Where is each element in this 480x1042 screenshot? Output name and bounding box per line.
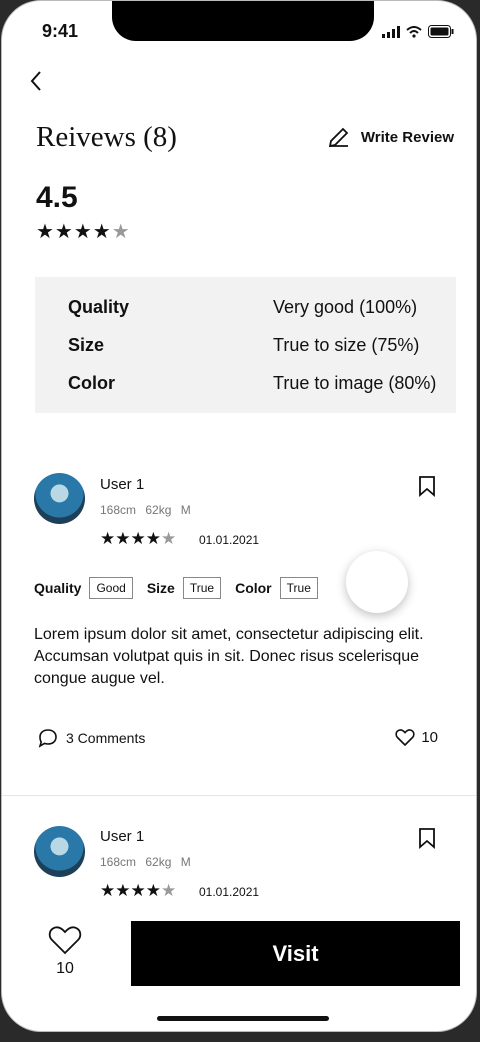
home-indicator [157,1016,329,1021]
bookmark-button[interactable] [418,827,436,854]
review-stars: ★★★★★ [100,529,176,549]
heart-icon [48,926,82,955]
status-time: 9:41 [42,21,79,41]
summary-value: True to size (75%) [273,335,420,355]
back-icon [30,71,41,91]
write-review-button[interactable]: Write Review [327,125,454,149]
summary-label: Size [68,335,105,355]
divider [2,795,476,796]
summary-label: Quality [68,297,130,317]
pencil-icon [328,127,349,148]
comments-label: 3 Comments [66,730,146,746]
notch [112,1,374,41]
star-icon: ★★★★ [100,881,161,900]
avatar[interactable] [34,826,85,877]
overall-rating: 4.5 [36,181,78,214]
review-attributes: Quality Good Size True Color True [34,577,332,599]
attr-label: Size [146,580,175,596]
phone-screen: 9:41 Reivews (8) Write Review 4.5 ★★★★★ … [1,0,477,1032]
star-icon: ★★★★ [100,529,161,548]
star-empty-icon: ★ [111,221,131,243]
attr-tag: True [279,577,318,599]
attr-label: Quality [34,580,82,596]
attr-tag: Good [89,577,133,599]
summary-label: Color [68,373,115,393]
floating-button[interactable] [346,551,408,613]
overall-stars: ★★★★★ [36,219,131,244]
attr-tag: True [182,577,222,599]
avatar[interactable] [34,473,85,524]
review-username: User 1 [100,476,145,493]
review-date: 01.01.2021 [199,885,260,899]
rating-summary: Quality Very good (100%) Size True to si… [35,277,456,413]
bookmark-icon [419,476,435,497]
bookmark-button[interactable] [418,475,436,502]
review-user-meta: 168cm 62kg M [100,503,191,517]
bottom-like-count: 10 [56,960,74,977]
attr-label: Color [235,580,272,596]
like-button[interactable]: 10 [395,728,438,746]
write-review-label: Write Review [360,128,454,146]
review-stars: ★★★★★ [100,881,176,901]
status-icons [382,25,454,38]
battery-icon [428,25,454,38]
back-button[interactable] [26,69,46,98]
review-user-meta: 168cm 62kg M [100,855,191,869]
review-date: 01.01.2021 [199,533,260,547]
star-empty-icon: ★ [160,881,177,900]
summary-value: True to image (80%) [273,373,437,393]
page-title: Reivews (8) [36,121,177,153]
heart-icon [395,729,415,746]
bookmark-icon [419,828,435,849]
star-icon: ★★★★ [36,221,112,243]
bottom-like-button[interactable]: 10 [48,925,82,978]
review-text: Lorem ipsum dolor sit amet, consectetur … [34,626,424,687]
summary-value: Very good (100%) [273,297,418,317]
comment-icon [38,729,57,748]
like-count: 10 [421,728,438,746]
signal-icon [382,25,400,38]
comments-button[interactable]: 3 Comments [38,728,145,748]
wifi-icon [406,25,422,38]
visit-button[interactable]: Visit [131,921,460,986]
star-empty-icon: ★ [160,529,177,548]
review-username: User 1 [100,828,145,845]
